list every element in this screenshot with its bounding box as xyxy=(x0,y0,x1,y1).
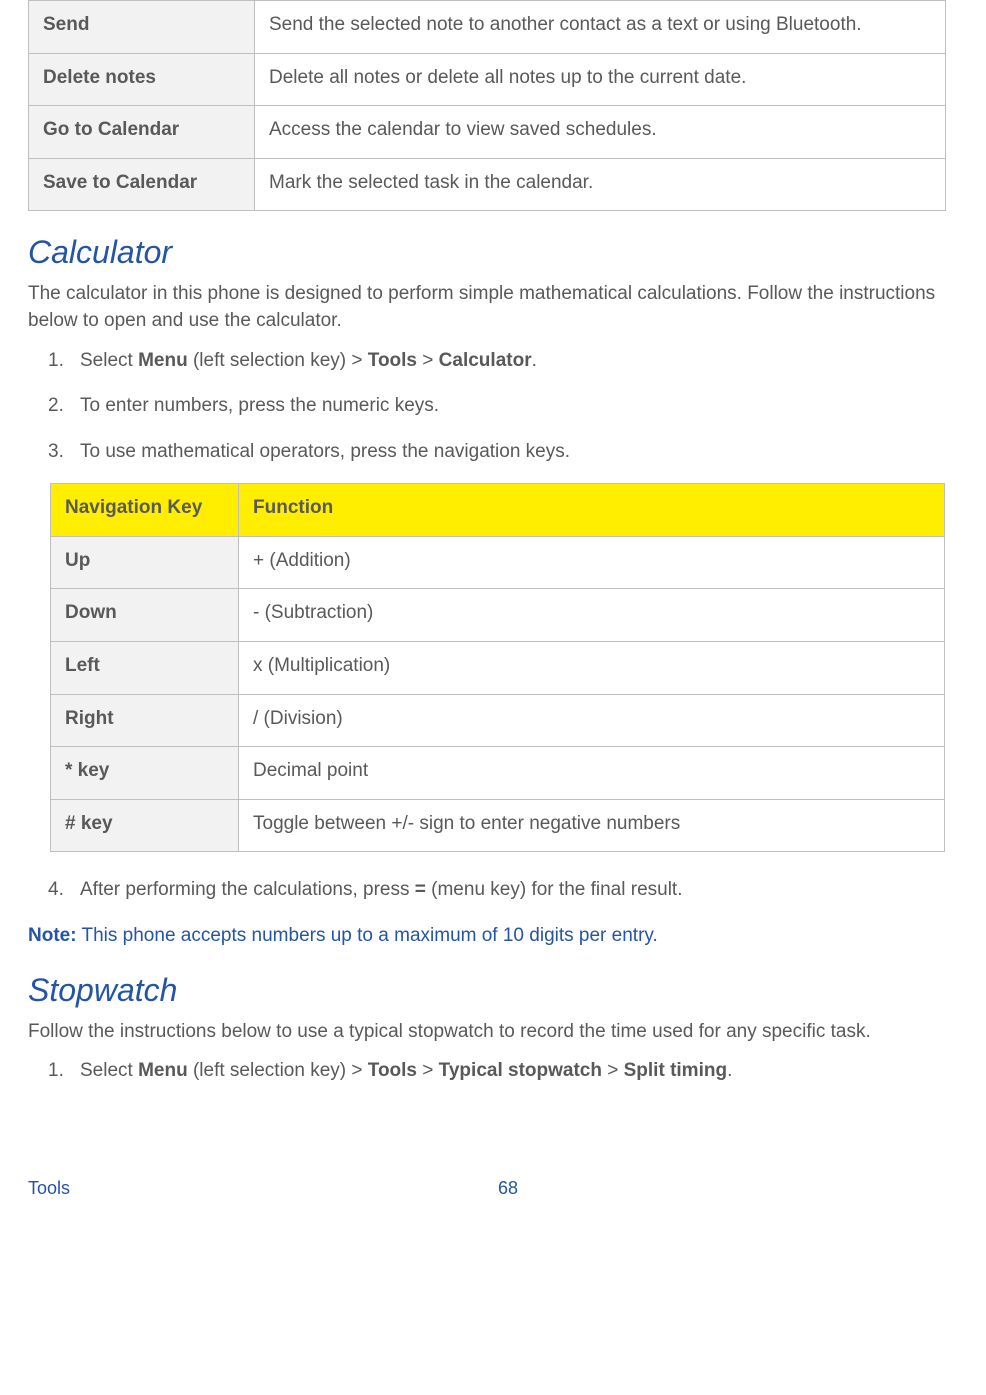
table-row: Left x (Multiplication) xyxy=(51,641,945,694)
stopwatch-intro: Follow the instructions below to use a t… xyxy=(28,1018,958,1046)
table-row: Right / (Division) xyxy=(51,694,945,747)
step-text-bold: Menu xyxy=(138,350,188,371)
cell-key: # key xyxy=(51,799,239,852)
cell-key: Left xyxy=(51,641,239,694)
cell-func: + (Addition) xyxy=(239,536,945,589)
list-number: 3. xyxy=(48,438,64,466)
table-row: Send Send the selected note to another c… xyxy=(29,1,946,54)
row-desc: Delete all notes or delete all notes up … xyxy=(255,53,946,106)
cell-func: / (Division) xyxy=(239,694,945,747)
step-text-frag: Select xyxy=(80,1060,138,1081)
step-text-frag: > xyxy=(417,1060,439,1081)
step-text-frag: (left selection key) > xyxy=(188,350,368,371)
step-text-frag: After performing the calculations, press xyxy=(80,879,415,900)
footer-page-number: 68 xyxy=(498,1175,518,1201)
table-row: Up + (Addition) xyxy=(51,536,945,589)
table-row: Down - (Subtraction) xyxy=(51,589,945,642)
list-number: 2. xyxy=(48,392,64,420)
document-page: Send Send the selected note to another c… xyxy=(0,0,986,1221)
col-header-func: Function xyxy=(239,484,945,537)
list-item: 2. To enter numbers, press the numeric k… xyxy=(80,392,958,420)
step-text-bold: Tools xyxy=(368,350,417,371)
list-number: 1. xyxy=(48,347,64,375)
cell-func: - (Subtraction) xyxy=(239,589,945,642)
table-row: Save to Calendar Mark the selected task … xyxy=(29,158,946,211)
step-text-bold: Calculator xyxy=(439,350,532,371)
table-row: * key Decimal point xyxy=(51,747,945,800)
col-header-key: Navigation Key xyxy=(51,484,239,537)
cell-key: Right xyxy=(51,694,239,747)
step-text-frag: (menu key) for the final result. xyxy=(426,879,683,900)
cell-key: Up xyxy=(51,536,239,589)
list-item: 1. Select Menu (left selection key) > To… xyxy=(80,1057,958,1085)
stopwatch-steps: 1. Select Menu (left selection key) > To… xyxy=(28,1057,958,1085)
options-table: Send Send the selected note to another c… xyxy=(28,0,946,211)
cell-func: Toggle between +/- sign to enter negativ… xyxy=(239,799,945,852)
calculator-steps-cont: 4. After performing the calculations, pr… xyxy=(28,876,958,904)
table-row: # key Toggle between +/- sign to enter n… xyxy=(51,799,945,852)
step-text-frag: > xyxy=(602,1060,624,1081)
list-number: 1. xyxy=(48,1057,64,1085)
list-item: 3. To use mathematical operators, press … xyxy=(80,438,958,466)
step-text-frag: Select xyxy=(80,350,138,371)
note-line: Note: This phone accepts numbers up to a… xyxy=(28,922,958,950)
cell-key: * key xyxy=(51,747,239,800)
cell-key: Down xyxy=(51,589,239,642)
row-desc: Access the calendar to view saved schedu… xyxy=(255,106,946,159)
calculator-steps: 1. Select Menu (left selection key) > To… xyxy=(28,347,958,466)
footer-section: Tools xyxy=(28,1175,70,1201)
navkey-table: Navigation Key Function Up + (Addition) … xyxy=(50,483,945,852)
step-text-frag: . xyxy=(727,1060,732,1081)
table-row: Delete notes Delete all notes or delete … xyxy=(29,53,946,106)
list-item: 1. Select Menu (left selection key) > To… xyxy=(80,347,958,375)
row-label: Send xyxy=(29,1,255,54)
list-item: 4. After performing the calculations, pr… xyxy=(80,876,958,904)
step-text: To use mathematical operators, press the… xyxy=(80,441,570,462)
list-number: 4. xyxy=(48,876,64,904)
step-text-frag: (left selection key) > xyxy=(188,1060,368,1081)
step-text: To enter numbers, press the numeric keys… xyxy=(80,395,439,416)
row-label: Delete notes xyxy=(29,53,255,106)
table-row: Go to Calendar Access the calendar to vi… xyxy=(29,106,946,159)
step-text-bold: = xyxy=(415,879,426,900)
step-text-frag: > xyxy=(417,350,439,371)
row-label: Save to Calendar xyxy=(29,158,255,211)
cell-func: Decimal point xyxy=(239,747,945,800)
note-label: Note: xyxy=(28,925,77,946)
step-text-bold: Menu xyxy=(138,1060,188,1081)
step-text-bold: Split timing xyxy=(624,1060,727,1081)
page-footer: Tools 68 xyxy=(28,1175,958,1201)
step-text-bold: Tools xyxy=(368,1060,417,1081)
calculator-heading: Calculator xyxy=(28,229,958,275)
cell-func: x (Multiplication) xyxy=(239,641,945,694)
row-label: Go to Calendar xyxy=(29,106,255,159)
note-text: This phone accepts numbers up to a maxim… xyxy=(77,925,658,946)
row-desc: Mark the selected task in the calendar. xyxy=(255,158,946,211)
row-desc: Send the selected note to another contac… xyxy=(255,1,946,54)
step-text-bold: Typical stopwatch xyxy=(439,1060,602,1081)
step-text-frag: . xyxy=(532,350,537,371)
stopwatch-heading: Stopwatch xyxy=(28,967,958,1013)
table-header-row: Navigation Key Function xyxy=(51,484,945,537)
calculator-intro: The calculator in this phone is designed… xyxy=(28,280,958,335)
